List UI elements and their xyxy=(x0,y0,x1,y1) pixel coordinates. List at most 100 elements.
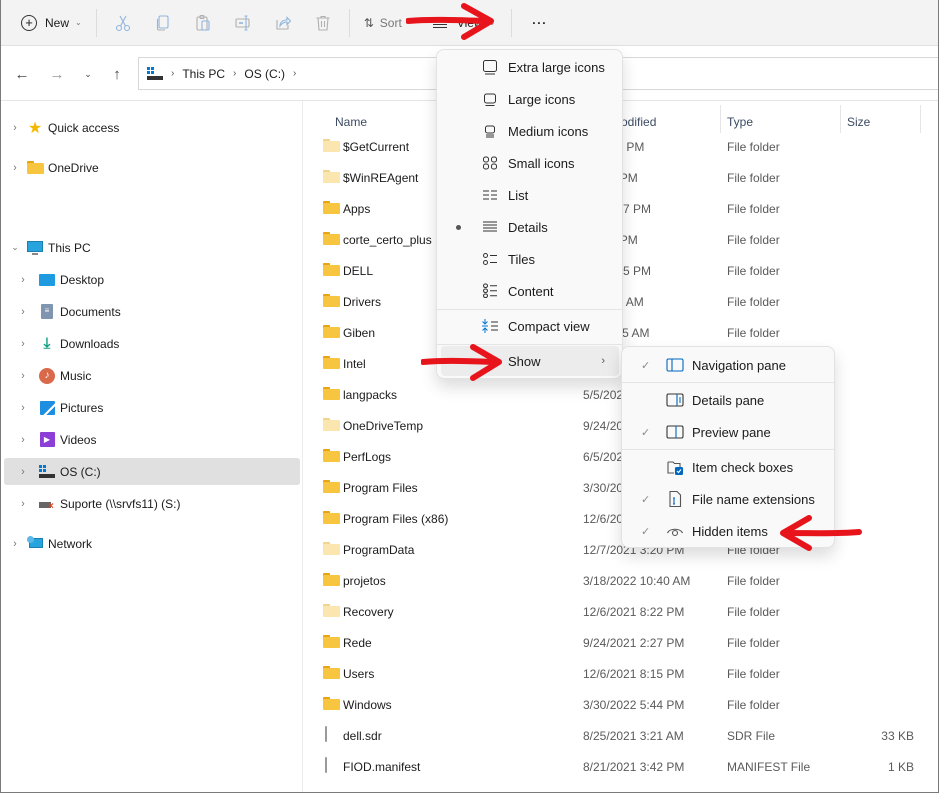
sort-button[interactable]: ⇅ Sort xyxy=(356,7,410,39)
sidebar-item-suporte-s[interactable]: › × Suporte (\\srvfs11) (S:) xyxy=(16,490,312,517)
paste-icon xyxy=(196,14,210,31)
sidebar-item-videos[interactable]: › ▶ Videos xyxy=(16,426,312,453)
arrow-right-icon: → xyxy=(49,65,65,83)
sidebar-item-onedrive[interactable]: › OneDrive xyxy=(8,154,304,181)
menu-item-large-icons[interactable]: Large icons xyxy=(441,84,619,114)
recent-locations-button[interactable]: ⌄ xyxy=(76,62,100,86)
chevron-right-icon[interactable]: › xyxy=(8,122,22,134)
copy-button[interactable] xyxy=(143,7,183,39)
menu-item-list[interactable]: List xyxy=(441,180,619,210)
chevron-right-icon[interactable]: › xyxy=(8,538,22,550)
monitor-icon xyxy=(27,240,43,256)
sidebar-item-label: OS (C:) xyxy=(60,464,101,479)
date-cell: 3/18/2022 10:40 AM xyxy=(583,573,691,588)
menu-item-small-icons[interactable]: Small icons xyxy=(441,148,619,178)
more-options-button[interactable]: ··· xyxy=(524,7,555,39)
name-cell: Windows xyxy=(343,697,392,712)
date-cell: 12/6/2021 8:22 PM xyxy=(583,604,685,619)
menu-item-label: Extra large icons xyxy=(508,59,605,75)
breadcrumb-this-pc[interactable]: This PC xyxy=(182,67,225,81)
table-row[interactable]: Recovery 12/6/2021 8:22 PM File folder xyxy=(304,596,924,627)
new-button[interactable]: + New ⌄ xyxy=(13,7,90,39)
checkmark-icon: ✓ xyxy=(641,426,651,439)
menu-item-preview-pane[interactable]: ✓ Preview pane xyxy=(626,417,831,447)
sidebar-item-network[interactable]: › Network xyxy=(8,530,304,557)
paste-button[interactable] xyxy=(183,7,223,39)
date-cell: 9/24/2021 2:27 PM xyxy=(583,635,685,650)
table-row[interactable]: Users 12/6/2021 8:15 PM File folder xyxy=(304,658,924,689)
chevron-down-icon[interactable]: ⌄ xyxy=(8,242,22,253)
sidebar-item-os-c[interactable]: › OS (C:) xyxy=(4,458,300,485)
up-button[interactable]: ↑ xyxy=(105,62,129,86)
menu-item-file-name-extensions[interactable]: ✓ File name extensions xyxy=(626,484,831,514)
type-cell: File folder xyxy=(727,604,780,619)
view-button[interactable]: View ⌄ xyxy=(424,7,504,39)
chevron-right-icon[interactable]: › xyxy=(8,162,22,174)
menu-item-label: Details xyxy=(508,219,548,235)
large-icons-icon xyxy=(481,91,499,107)
chevron-right-icon[interactable]: › xyxy=(16,370,30,382)
sidebar-item-this-pc[interactable]: ⌄ This PC xyxy=(8,234,304,261)
menu-item-details-pane[interactable]: Details pane xyxy=(626,385,831,415)
chevron-right-icon[interactable]: › xyxy=(16,466,30,478)
chevron-right-icon[interactable]: › xyxy=(16,306,30,318)
table-row[interactable]: Rede 9/24/2021 2:27 PM File folder xyxy=(304,627,924,658)
menu-item-show[interactable]: Show › xyxy=(441,346,619,376)
menu-item-extra-large-icons[interactable]: Extra large icons xyxy=(441,52,619,82)
menu-item-hidden-items[interactable]: ✓ Hidden items xyxy=(626,516,831,546)
column-header-date-modified[interactable]: odified xyxy=(621,115,656,129)
menu-item-compact-view[interactable]: Compact view xyxy=(441,311,619,341)
column-divider[interactable] xyxy=(720,105,721,133)
cut-icon xyxy=(115,15,130,31)
cut-button[interactable] xyxy=(103,7,143,39)
delete-button[interactable] xyxy=(303,7,343,39)
sidebar-item-quick-access[interactable]: › ★ Quick access xyxy=(8,114,304,141)
column-header-name[interactable]: Name xyxy=(335,115,367,129)
table-row[interactable]: projetos 3/18/2022 10:40 AM File folder xyxy=(304,565,924,596)
sidebar-item-documents[interactable]: › ≡ Documents xyxy=(16,298,312,325)
menu-item-navigation-pane[interactable]: ✓ Navigation pane xyxy=(626,350,831,380)
share-button[interactable] xyxy=(263,7,303,39)
navigation-pane: › ★ Quick access › OneDrive ⌄ This PC › … xyxy=(1,101,304,792)
chevron-right-icon[interactable]: › xyxy=(293,68,296,79)
extra-large-icons-icon xyxy=(481,59,499,75)
name-cell: $WinREAgent xyxy=(343,170,419,185)
table-row[interactable]: dell.sdr 8/25/2021 3:21 AM SDR File 33 KB xyxy=(304,720,924,751)
name-cell: FIOD.manifest xyxy=(343,759,421,774)
chevron-right-icon[interactable]: › xyxy=(16,434,30,446)
chevron-down-icon: ⌄ xyxy=(488,18,496,27)
chevron-right-icon[interactable]: › xyxy=(16,402,30,414)
column-header-type[interactable]: Type xyxy=(727,115,753,129)
menu-item-medium-icons[interactable]: Medium icons xyxy=(441,116,619,146)
chevron-right-icon[interactable]: › xyxy=(16,338,30,350)
table-row[interactable]: FIOD.manifest 8/21/2021 3:42 PM MANIFEST F… xyxy=(304,751,924,782)
sidebar-item-label: Network xyxy=(48,536,93,551)
chevron-right-icon[interactable]: › xyxy=(16,274,30,286)
menu-item-label: Item check boxes xyxy=(692,459,794,475)
rename-icon xyxy=(235,14,250,31)
file-icon xyxy=(325,757,327,773)
menu-item-label: Medium icons xyxy=(508,123,589,139)
chevron-right-icon[interactable]: › xyxy=(16,498,30,510)
menu-item-content[interactable]: Content xyxy=(441,276,619,306)
menu-item-tiles[interactable]: Tiles xyxy=(441,244,619,274)
forward-button[interactable]: → xyxy=(45,62,69,86)
breadcrumb-os-c[interactable]: OS (C:) xyxy=(244,67,285,81)
menu-item-label: Hidden items xyxy=(692,523,768,539)
details-pane-icon xyxy=(666,392,684,408)
checkmark-icon: ✓ xyxy=(641,359,651,372)
back-button[interactable]: ← xyxy=(10,62,34,86)
column-header-size[interactable]: Size xyxy=(847,115,870,129)
medium-icons-icon xyxy=(481,123,499,139)
sidebar-item-pictures[interactable]: › Pictures xyxy=(16,394,312,421)
table-row[interactable]: Windows 3/30/2022 5:44 PM File folder xyxy=(304,689,924,720)
column-divider[interactable] xyxy=(920,105,921,133)
menu-item-label: Navigation pane xyxy=(692,357,786,373)
menu-item-item-check-boxes[interactable]: Item check boxes xyxy=(626,452,831,482)
column-divider[interactable] xyxy=(840,105,841,133)
sidebar-item-music[interactable]: › ♪ Music xyxy=(16,362,312,389)
sidebar-item-downloads[interactable]: › ⤓ Downloads xyxy=(16,330,312,357)
sidebar-item-desktop[interactable]: › Desktop xyxy=(16,266,312,293)
rename-button[interactable] xyxy=(223,7,263,39)
menu-item-details[interactable]: Details xyxy=(441,212,619,242)
